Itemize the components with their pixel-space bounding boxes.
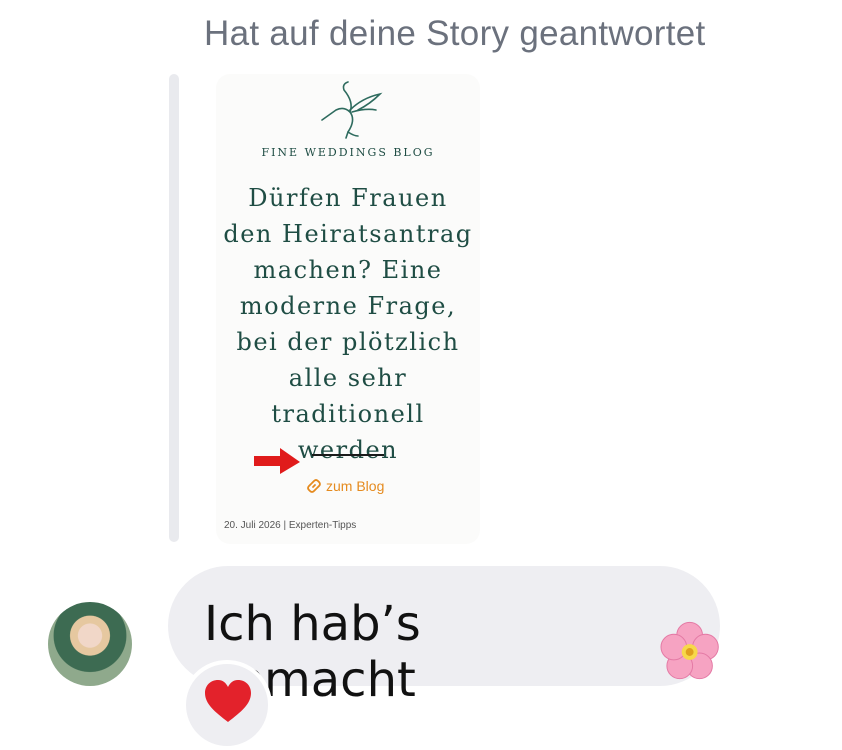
blog-name: FINE WEDDINGS BLOG	[261, 146, 435, 159]
cherry-blossom-icon	[660, 621, 719, 680]
link-icon	[307, 479, 321, 493]
blog-link-label: zum Blog	[326, 478, 385, 494]
hummingbird-icon	[321, 81, 383, 139]
avatar[interactable]	[48, 602, 132, 686]
reply-header: Hat auf deine Story geantwortet	[204, 14, 706, 53]
story-preview[interactable]: FINE WEDDINGS BLOG Dürfen Frauen den Hei…	[216, 74, 480, 544]
blog-link[interactable]: zum Blog	[306, 478, 384, 494]
divider	[312, 454, 384, 456]
red-arrow-icon	[254, 448, 300, 474]
red-heart-icon	[205, 680, 251, 722]
reply-quote-bar	[169, 74, 179, 542]
message-reaction[interactable]	[182, 660, 272, 750]
story-date-line: 20. Juli 2026 | Experten-Tipps	[224, 520, 357, 531]
story-headline: Dürfen Frauen den Heiratsantrag machen? …	[223, 184, 473, 464]
